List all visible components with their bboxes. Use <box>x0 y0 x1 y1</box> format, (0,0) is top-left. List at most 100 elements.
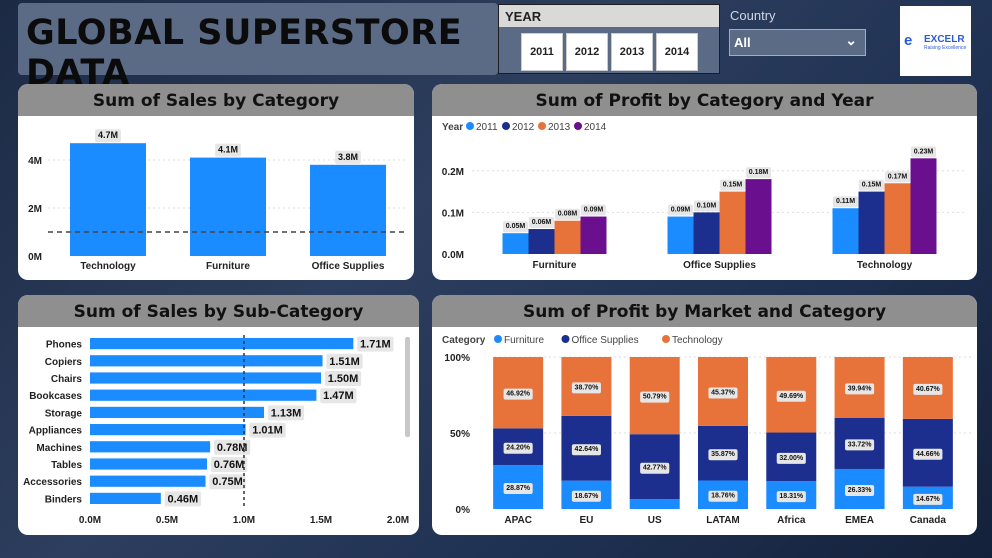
bar <box>745 179 772 254</box>
data-label: 0.10M <box>697 202 717 209</box>
data-label: 32.00% <box>779 455 804 462</box>
company-logo: e EXCELR Raising Excellence <box>900 6 971 76</box>
x-tick-label: Furniture <box>533 260 577 271</box>
x-tick-label: Office Supplies <box>312 261 385 272</box>
data-label: 40.67% <box>916 386 941 393</box>
y-tick-label: 0.0M <box>442 250 464 261</box>
bar <box>190 157 266 256</box>
chart-sales-by-subcategory: Phones 1.71M Copiers 1.51M Chairs 1.50M Bookca… <box>23 335 410 526</box>
country-dropdown[interactable]: All ⌄ <box>729 29 866 56</box>
year-button-2011[interactable]: 2011 <box>521 33 563 71</box>
panel-title: Sum of Sales by Sub-Category <box>18 295 419 327</box>
legend-label: Furniture <box>504 335 544 346</box>
x-tick-label: LATAM <box>706 515 740 526</box>
bar <box>90 338 354 350</box>
data-label: 26.33% <box>848 487 873 494</box>
legend-marker <box>538 122 546 130</box>
country-dropdown-value: All <box>734 35 751 50</box>
y-tick-label: Binders <box>45 494 83 505</box>
year-button-2012[interactable]: 2012 <box>566 33 608 71</box>
chart-profit-by-market: Category Furniture Office Supplies Technolo… <box>442 335 972 526</box>
legend-label: Technology <box>672 335 723 346</box>
data-label: 0.17M <box>888 173 908 180</box>
x-tick-label: Canada <box>910 515 947 526</box>
data-label: 28.87% <box>506 485 531 492</box>
x-tick-label: Technology <box>857 260 913 271</box>
data-label: 0.05M <box>506 223 526 230</box>
year-button-2013[interactable]: 2013 <box>611 33 653 71</box>
legend-marker <box>502 122 510 130</box>
data-label: 0.15M <box>862 182 882 189</box>
x-tick-label: Office Supplies <box>683 260 756 271</box>
legend-marker <box>466 122 474 130</box>
logo-tagline: Raising Excellence <box>924 45 967 51</box>
data-label: 0.09M <box>584 207 604 214</box>
legend-label: 2012 <box>512 122 535 133</box>
data-label: 33.72% <box>848 441 873 448</box>
data-label: 18.76% <box>711 493 736 500</box>
y-tick-label: Phones <box>46 340 83 351</box>
year-button-2014[interactable]: 2014 <box>656 33 698 71</box>
data-label: 18.67% <box>575 493 600 500</box>
y-tick-label: 4M <box>28 156 42 167</box>
x-tick-label: EMEA <box>845 515 874 526</box>
data-label: 0.76M <box>214 459 245 471</box>
y-tick-label: Storage <box>45 408 83 419</box>
bar <box>858 191 885 254</box>
y-tick-label: Machines <box>36 443 82 454</box>
legend-marker <box>574 122 582 130</box>
data-label: 4.7M <box>98 130 118 140</box>
data-label: 0.46M <box>168 493 199 505</box>
bar <box>719 191 746 254</box>
x-tick-label: EU <box>579 515 593 526</box>
bar <box>70 143 146 256</box>
logo-name: EXCELR <box>924 34 965 45</box>
x-tick-label: 0.5M <box>156 515 178 526</box>
legend-marker <box>494 335 502 343</box>
data-label: 0.09M <box>671 207 691 214</box>
panel-profit-by-market: Sum of Profit by Market and Category Cat… <box>432 295 977 535</box>
data-label: 0.15M <box>723 182 743 189</box>
data-label: 3.8M <box>338 152 358 162</box>
x-tick-label: US <box>648 515 662 526</box>
panel-title: Sum of Profit by Market and Category <box>432 295 977 327</box>
panel-sales-by-subcategory: Sum of Sales by Sub-Category Phones 1.71M… <box>18 295 419 535</box>
bar <box>528 229 555 254</box>
legend-label: 2013 <box>548 122 571 133</box>
country-slicer-label: Country <box>730 8 776 23</box>
data-label: 0.08M <box>558 211 578 218</box>
bar <box>90 372 321 384</box>
bar <box>90 458 208 470</box>
legend-label: 2014 <box>584 122 607 133</box>
y-tick-label: Bookcases <box>29 391 82 402</box>
x-tick-label: Technology <box>80 261 136 272</box>
bar <box>90 389 317 401</box>
data-label: 44.66% <box>916 451 941 458</box>
data-label: 18.31% <box>779 493 804 500</box>
legend-marker <box>662 335 670 343</box>
y-tick-label: 100% <box>444 353 470 364</box>
x-tick-label: Africa <box>777 515 806 526</box>
x-tick-label: 0.0M <box>79 515 101 526</box>
bar <box>90 406 265 418</box>
panel-title: Sum of Sales by Category <box>18 84 414 116</box>
y-tick-label: Chairs <box>51 374 83 385</box>
bar <box>667 216 694 254</box>
panel-profit-by-category-year: Sum of Profit by Category and Year Year 2… <box>432 84 977 280</box>
data-label: 46.92% <box>506 391 531 398</box>
data-label: 24.20% <box>506 445 531 452</box>
y-tick-label: 0M <box>28 252 42 263</box>
legend-marker <box>561 335 570 343</box>
y-tick-label: 50% <box>450 429 470 440</box>
year-slicer: YEAR 2011 2012 2013 2014 <box>498 4 720 74</box>
bar <box>90 492 161 504</box>
data-label: 42.64% <box>575 446 600 453</box>
data-label: 45.37% <box>711 389 736 396</box>
bar <box>884 183 911 254</box>
y-tick-label: Appliances <box>29 426 83 437</box>
data-label: 39.94% <box>848 385 873 392</box>
bar-segment <box>629 499 680 509</box>
year-slicer-label: YEAR <box>499 5 719 27</box>
bar <box>310 164 386 256</box>
panel-sales-by-category: Sum of Sales by Category 0M 2M 4M 4.7M Techn… <box>18 84 414 280</box>
